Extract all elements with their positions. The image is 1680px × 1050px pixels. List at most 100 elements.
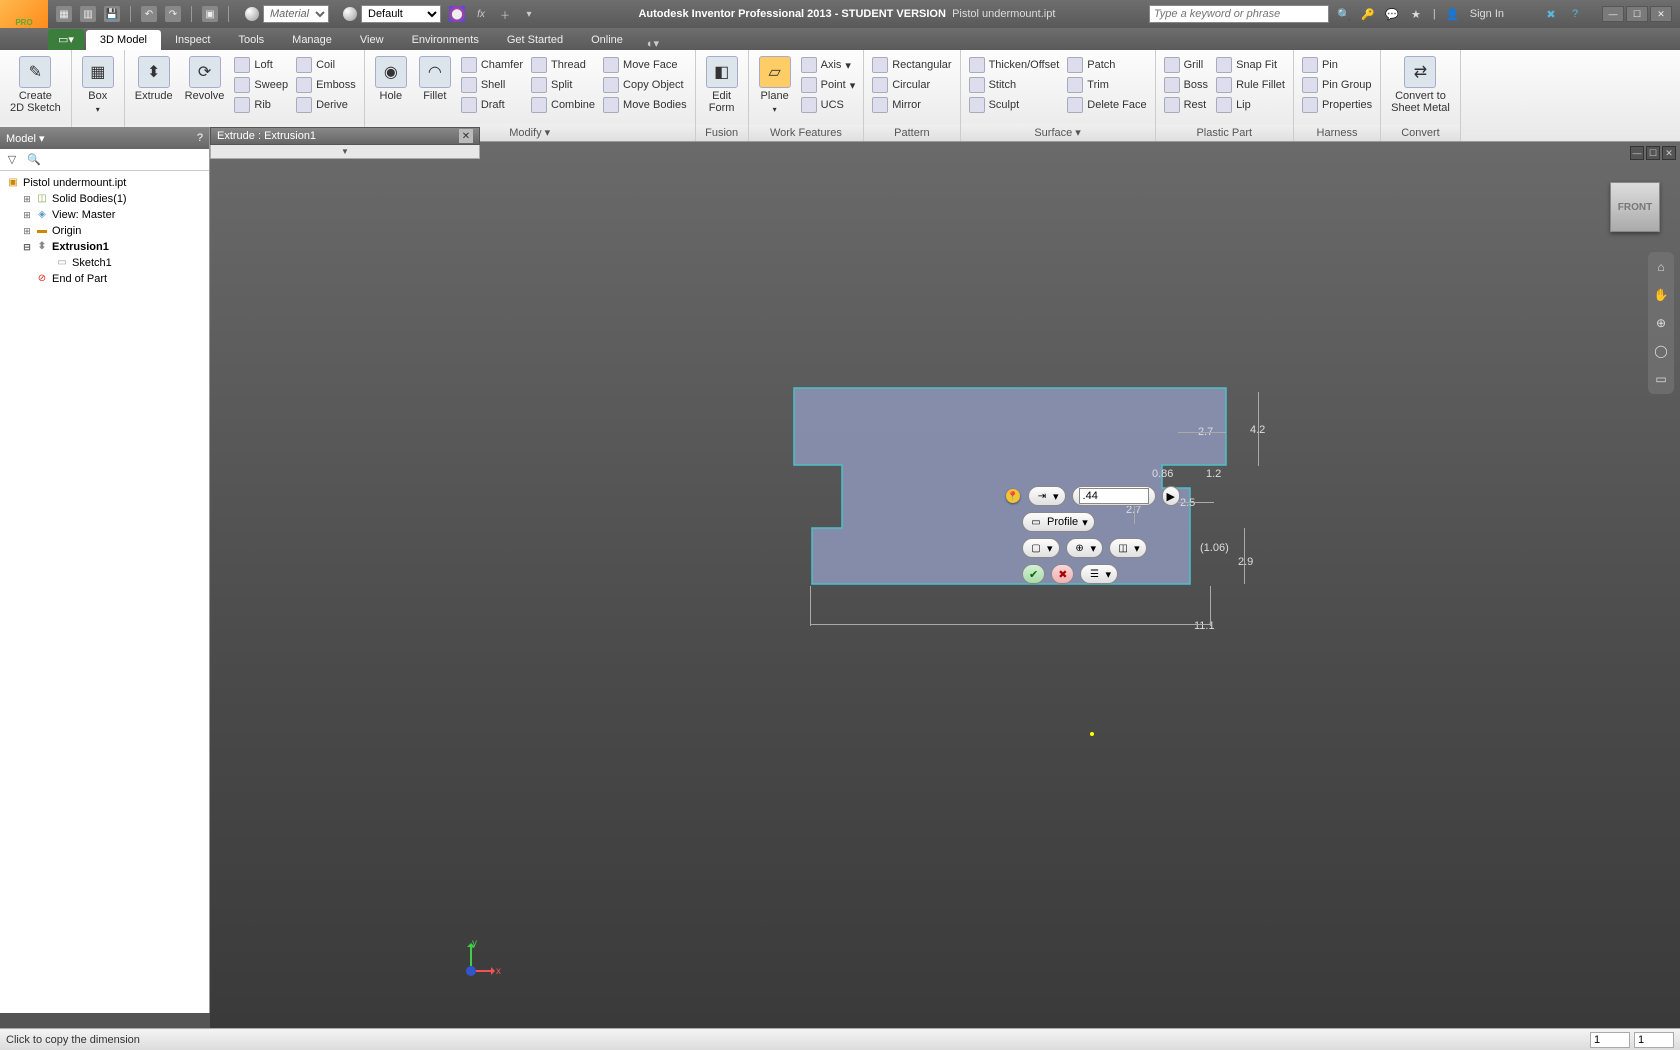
dimension[interactable]: 1.2	[1206, 468, 1221, 480]
home-icon[interactable]: ⌂	[1652, 258, 1670, 276]
dimension[interactable]: 2.9	[1238, 556, 1253, 568]
copy-object-button[interactable]: Copy Object	[601, 76, 689, 94]
redo-icon[interactable]: ↷	[165, 6, 181, 22]
pushpin-icon[interactable]: 📍	[1006, 489, 1020, 503]
tab-get-started[interactable]: Get Started	[493, 30, 577, 50]
help-icon[interactable]: ?	[1568, 7, 1582, 21]
stitch-button[interactable]: Stitch	[967, 76, 1062, 94]
tree-node[interactable]: ⊞◫Solid Bodies(1)	[2, 191, 207, 207]
tree-node[interactable]: ⊞▬Origin	[2, 223, 207, 239]
dialog-close-icon[interactable]: ✕	[459, 129, 473, 143]
new-icon[interactable]: ▦	[56, 6, 72, 22]
trim-button[interactable]: Trim	[1065, 76, 1148, 94]
ribbon-options-icon[interactable]: ◐▾	[647, 37, 659, 50]
extrude-dialog-expand[interactable]	[210, 145, 480, 159]
tab-file[interactable]: ▭▾	[48, 29, 84, 50]
boss-button[interactable]: Boss	[1162, 76, 1210, 94]
circular-button[interactable]: Circular	[870, 76, 953, 94]
thicken-button[interactable]: Thicken/Offset	[967, 56, 1062, 74]
split-button[interactable]: Split	[529, 76, 597, 94]
create-2d-sketch-button[interactable]: ✎Create 2D Sketch	[6, 54, 65, 116]
color-icon[interactable]: ⬤	[449, 6, 465, 22]
sculpt-button[interactable]: Sculpt	[967, 96, 1062, 114]
dimension[interactable]: (1.06)	[1200, 542, 1229, 554]
more-dropdown[interactable]: ☰▾	[1080, 564, 1118, 584]
direction-dropdown[interactable]: ⇥▾	[1028, 486, 1066, 506]
pin-button[interactable]: Pin	[1300, 56, 1374, 74]
tab-environments[interactable]: Environments	[398, 30, 493, 50]
chamfer-button[interactable]: Chamfer	[459, 56, 525, 74]
point-button[interactable]: Point ▾	[799, 76, 858, 94]
operation-dropdown[interactable]: ⊕▾	[1066, 538, 1104, 558]
tree-node-eop[interactable]: ⊘End of Part	[2, 271, 207, 287]
exchange-icon[interactable]: ✖	[1544, 7, 1558, 21]
undo-icon[interactable]: ↶	[141, 6, 157, 22]
tree-node[interactable]: ⊞◈View: Master	[2, 207, 207, 223]
orbit-icon[interactable]: ◯	[1652, 342, 1670, 360]
tab-manage[interactable]: Manage	[278, 30, 346, 50]
lip-button[interactable]: Lip	[1214, 96, 1287, 114]
mirror-button[interactable]: Mirror	[870, 96, 953, 114]
minimize-button[interactable]: —	[1602, 6, 1624, 22]
tab-3d-model[interactable]: 3D Model	[86, 30, 161, 50]
tree-node-sketch[interactable]: ▭Sketch1	[2, 255, 207, 271]
status-field-1[interactable]	[1590, 1032, 1630, 1048]
move-bodies-button[interactable]: Move Bodies	[601, 96, 689, 114]
extrude-button[interactable]: ⬍Extrude	[131, 54, 177, 104]
cancel-button[interactable]: ✖	[1051, 564, 1074, 584]
plane-button[interactable]: ▱Plane▾	[755, 54, 795, 118]
find-icon[interactable]: 🔍	[26, 152, 42, 168]
coil-button[interactable]: Coil	[294, 56, 358, 74]
vp-restore-icon[interactable]: ☐	[1646, 146, 1660, 160]
properties-button[interactable]: Properties	[1300, 96, 1374, 114]
delete-face-button[interactable]: Delete Face	[1065, 96, 1148, 114]
vp-minimize-icon[interactable]: —	[1630, 146, 1644, 160]
pan-icon[interactable]: ✋	[1652, 286, 1670, 304]
move-face-button[interactable]: Move Face	[601, 56, 689, 74]
qat-dropdown-icon[interactable]: ▾	[521, 6, 537, 22]
extent-dropdown[interactable]: ◫▾	[1109, 538, 1147, 558]
tree-root[interactable]: ▣Pistol undermount.ipt	[2, 175, 207, 191]
tab-online[interactable]: Online	[577, 30, 637, 50]
derive-button[interactable]: Derive	[294, 96, 358, 114]
emboss-button[interactable]: Emboss	[294, 76, 358, 94]
rest-button[interactable]: Rest	[1162, 96, 1210, 114]
app-icon[interactable]: PRO	[0, 0, 48, 28]
loft-button[interactable]: Loft	[232, 56, 290, 74]
ok-button[interactable]: ✔	[1022, 564, 1045, 584]
binoculars-icon[interactable]: 🔍	[1337, 7, 1351, 21]
tab-tools[interactable]: Tools	[224, 30, 278, 50]
maximize-button[interactable]: ☐	[1626, 6, 1648, 22]
signin-link[interactable]: Sign In	[1470, 8, 1504, 20]
material-dropdown[interactable]: Material	[245, 5, 329, 23]
lookat-icon[interactable]: ▭	[1652, 370, 1670, 388]
ucs-button[interactable]: UCS	[799, 96, 858, 114]
axis-button[interactable]: Axis ▾	[799, 56, 858, 74]
grill-button[interactable]: Grill	[1162, 56, 1210, 74]
hole-button[interactable]: ◉Hole	[371, 54, 411, 104]
comm-icon[interactable]: 💬	[1385, 7, 1399, 21]
arrow-button[interactable]: ▶	[1162, 486, 1180, 506]
patch-button[interactable]: Patch	[1065, 56, 1148, 74]
view-cube[interactable]: FRONT	[1610, 182, 1660, 232]
profile-button[interactable]: ▭Profile ▾	[1022, 512, 1095, 532]
tab-inspect[interactable]: Inspect	[161, 30, 224, 50]
rib-button[interactable]: Rib	[232, 96, 290, 114]
pingroup-button[interactable]: Pin Group	[1300, 76, 1374, 94]
tree-node-extrusion[interactable]: ⊟⬍Extrusion1	[2, 239, 207, 255]
dimension[interactable]: 0.86	[1152, 468, 1173, 480]
zoom-icon[interactable]: ⊕	[1652, 314, 1670, 332]
snapfit-button[interactable]: Snap Fit	[1214, 56, 1287, 74]
open-icon[interactable]: ▥	[80, 6, 96, 22]
thread-button[interactable]: Thread	[529, 56, 597, 74]
extrude-dialog-header[interactable]: Extrude : Extrusion1 ✕	[210, 127, 480, 145]
sweep-button[interactable]: Sweep	[232, 76, 290, 94]
tab-view[interactable]: View	[346, 30, 398, 50]
plus-icon[interactable]: ＋	[497, 6, 513, 22]
appearance-dropdown[interactable]: Default	[343, 5, 441, 23]
edit-form-button[interactable]: ◧Edit Form	[702, 54, 742, 116]
dimension[interactable]: 11.1	[1194, 620, 1215, 632]
key-icon[interactable]: 🔑	[1361, 7, 1375, 21]
close-button[interactable]: ✕	[1650, 6, 1672, 22]
star-icon[interactable]: ★	[1409, 7, 1423, 21]
